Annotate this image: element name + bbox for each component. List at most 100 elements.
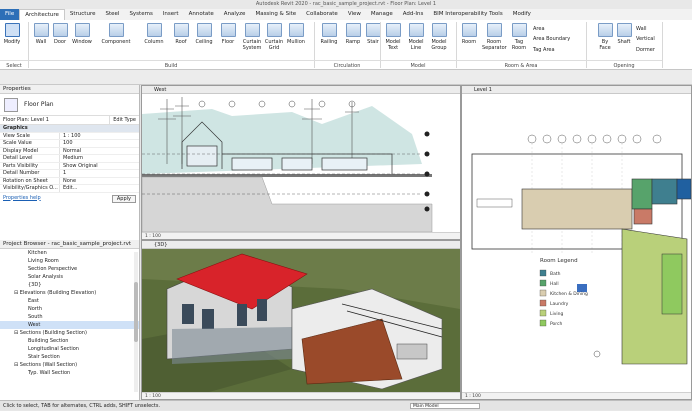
property-row[interactable]: Detail Number 1 bbox=[0, 170, 139, 178]
level-1-plan-view[interactable]: Level 1 Room Legend Bath Hall Kitchen & Di… bbox=[461, 85, 692, 400]
tab-massing-site[interactable]: Massing & Site bbox=[250, 9, 301, 20]
property-value[interactable]: 1 bbox=[60, 170, 139, 177]
browser-item[interactable]: ⊟ Sections (Building Section) bbox=[0, 329, 139, 337]
group-model[interactable]: Model bbox=[380, 60, 456, 70]
modify-button[interactable]: Modify bbox=[2, 23, 22, 45]
curtain-grid-button[interactable]: Curtain Grid bbox=[264, 23, 284, 51]
property-value[interactable]: Edit... bbox=[60, 185, 139, 192]
view-tab-level-1[interactable]: Level 1 bbox=[462, 86, 691, 94]
browser-item[interactable]: West bbox=[0, 321, 139, 329]
browser-item[interactable]: ⊟ Elevations (Building Elevation) bbox=[0, 289, 139, 297]
edit-type-button[interactable]: Edit Type bbox=[109, 116, 139, 124]
by-face-button[interactable]: By Face bbox=[596, 23, 614, 51]
property-row[interactable]: Display Model Normal bbox=[0, 147, 139, 155]
tab-architecture[interactable]: Architecture bbox=[19, 9, 65, 20]
tab-collaborate[interactable]: Collaborate bbox=[301, 9, 343, 20]
properties-help-link[interactable]: Properties help bbox=[3, 195, 41, 203]
component-button[interactable]: Component bbox=[101, 23, 131, 45]
ramp-button[interactable]: Ramp bbox=[344, 23, 362, 45]
area-boundary-small-button[interactable]: Area Boundary bbox=[533, 36, 570, 42]
group-select[interactable]: Select bbox=[0, 60, 28, 70]
browser-item[interactable]: Section Perspective bbox=[0, 265, 139, 273]
area-small-button[interactable]: Area bbox=[533, 26, 545, 32]
tab-structure[interactable]: Structure bbox=[65, 9, 101, 20]
browser-item[interactable]: Living Room bbox=[0, 257, 139, 265]
property-row[interactable]: View Scale 1 : 100 bbox=[0, 132, 139, 140]
group-opening[interactable]: Opening bbox=[586, 60, 662, 70]
apply-button[interactable]: Apply bbox=[111, 194, 136, 203]
property-row[interactable]: Detail Level Medium bbox=[0, 155, 139, 163]
tag-area-small-button[interactable]: Tag Area bbox=[533, 47, 555, 53]
tab-insert[interactable]: Insert bbox=[158, 9, 184, 20]
group-room-area[interactable]: Room & Area bbox=[456, 60, 586, 70]
browser-scrollbar[interactable] bbox=[134, 252, 138, 392]
tab-steel[interactable]: Steel bbox=[100, 9, 124, 20]
tab-analyze[interactable]: Analyze bbox=[219, 9, 251, 20]
tool-label: Room bbox=[461, 39, 477, 45]
ceiling-button[interactable]: Ceiling bbox=[193, 23, 215, 45]
property-value[interactable]: None bbox=[60, 178, 139, 185]
view-tab-west[interactable]: West bbox=[142, 86, 460, 94]
property-row[interactable]: Rotation on Sheet None bbox=[0, 177, 139, 185]
browser-item[interactable]: South bbox=[0, 313, 139, 321]
wall-small-button[interactable]: Wall bbox=[636, 26, 646, 32]
browser-item[interactable]: East bbox=[0, 297, 139, 305]
tab-view[interactable]: View bbox=[343, 9, 366, 20]
model-text-button[interactable]: Model Text bbox=[384, 23, 402, 51]
3d-view-scale[interactable]: 1 : 100 bbox=[142, 392, 460, 399]
browser-item[interactable]: North bbox=[0, 305, 139, 313]
curtain-system-button[interactable]: Curtain System bbox=[241, 23, 263, 51]
browser-item[interactable]: ⊟ Sections (Wall Section) bbox=[0, 361, 139, 369]
wall-button[interactable]: Wall bbox=[33, 23, 49, 45]
level-1-view-scale[interactable]: 1 : 100 bbox=[462, 392, 691, 399]
mullion-button[interactable]: Mullion bbox=[285, 23, 307, 45]
browser-item[interactable]: Kitchen bbox=[0, 249, 139, 257]
tag-room-button[interactable]: Tag Room bbox=[510, 23, 528, 51]
tab-add-ins[interactable]: Add-Ins bbox=[398, 9, 429, 20]
view-tab-3d[interactable]: {3D} bbox=[142, 241, 460, 249]
browser-item[interactable]: Longitudinal Section bbox=[0, 345, 139, 353]
3d-view[interactable]: {3D} 1 : 100 bbox=[141, 240, 461, 400]
property-value[interactable]: Normal bbox=[60, 148, 139, 155]
door-button[interactable]: Door bbox=[52, 23, 68, 45]
group-circulation[interactable]: Circulation bbox=[314, 60, 380, 70]
browser-item[interactable]: Typ. Wall Section bbox=[0, 369, 139, 377]
model-group-button[interactable]: Model Group bbox=[428, 23, 450, 51]
room-separator-button[interactable]: Room Separator bbox=[482, 23, 507, 51]
tab-file[interactable]: File bbox=[0, 9, 20, 20]
instance-selector[interactable]: Floor Plan: Level 1 bbox=[0, 116, 109, 124]
column-button[interactable]: Column bbox=[143, 23, 165, 45]
stair-button[interactable]: Stair bbox=[365, 23, 381, 45]
vertical-small-button[interactable]: Vertical bbox=[636, 36, 655, 42]
tab-annotate[interactable]: Annotate bbox=[184, 9, 219, 20]
west-elevation-view[interactable]: West 1: 100 bbox=[141, 85, 461, 240]
property-row[interactable]: Scale Value 100 bbox=[0, 140, 139, 148]
floor-button[interactable]: Floor bbox=[219, 23, 237, 45]
property-value[interactable]: 100 bbox=[60, 140, 139, 147]
dormer-small-button[interactable]: Dormer bbox=[636, 47, 655, 53]
railing-button[interactable]: Railing bbox=[318, 23, 340, 45]
browser-item-label: Longitudinal Section bbox=[28, 346, 79, 352]
tab-manage[interactable]: Manage bbox=[366, 9, 398, 20]
property-value[interactable]: 1 : 100 bbox=[60, 133, 139, 140]
property-row[interactable]: Visibility/Graphics O... Edit... bbox=[0, 185, 139, 193]
west-view-scale[interactable]: 1 : 100 bbox=[142, 232, 460, 239]
browser-item[interactable]: {3D} bbox=[0, 281, 139, 289]
group-build[interactable]: Build bbox=[28, 60, 314, 70]
browser-item[interactable]: Solar Analysis bbox=[0, 273, 139, 281]
property-value[interactable]: Show Original bbox=[60, 163, 139, 170]
model-line-button[interactable]: Model Line bbox=[407, 23, 425, 51]
property-row[interactable]: Parts Visibility Show Original bbox=[0, 162, 139, 170]
room-button[interactable]: Room bbox=[458, 23, 480, 45]
browser-item[interactable]: Stair Section bbox=[0, 353, 139, 361]
property-value[interactable]: Medium bbox=[60, 155, 139, 162]
tab-systems[interactable]: Systems bbox=[124, 9, 157, 20]
tab-modify[interactable]: Modify bbox=[508, 9, 536, 20]
shaft-button[interactable]: Shaft bbox=[616, 23, 632, 45]
roof-button[interactable]: Roof bbox=[173, 23, 189, 45]
window-button[interactable]: Window bbox=[70, 23, 94, 45]
browser-item[interactable]: Building Section bbox=[0, 337, 139, 345]
tab-bim-interoperability-tools[interactable]: BIM Interoperability Tools bbox=[428, 9, 507, 20]
active-model-field[interactable]: Main Model bbox=[410, 403, 480, 409]
type-selector[interactable]: Floor Plan bbox=[0, 94, 139, 116]
